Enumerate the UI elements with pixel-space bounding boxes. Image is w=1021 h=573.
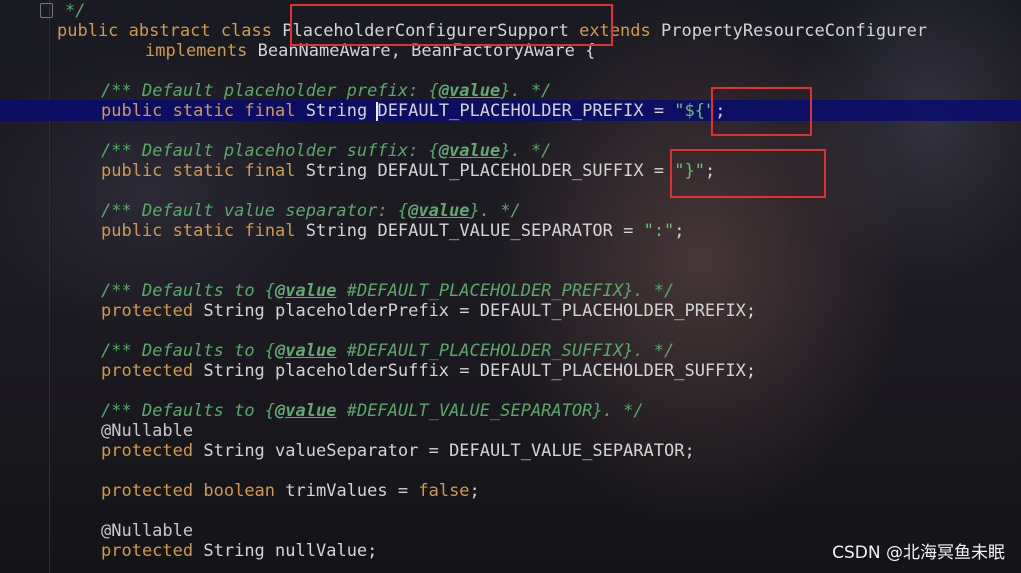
code-line-suffix-field: protected String placeholderSuffix = DEF… <box>101 361 757 381</box>
prefix-value: "${" <box>674 101 716 121</box>
code-line-prefix-constant: public static final String DEFAULT_PLACE… <box>101 101 726 121</box>
code-line-suffix-field-javadoc: /** Defaults to {@value #DEFAULT_PLACEHO… <box>101 341 675 361</box>
code-line-prefix-field: protected String placeholderPrefix = DEF… <box>101 301 757 321</box>
code-line-suffix-javadoc: /** Default placeholder suffix: {@value}… <box>101 141 552 161</box>
code-line-nullable-annotation-2: @Nullable <box>101 521 194 541</box>
code-line-prefix-field-javadoc: /** Defaults to {@value #DEFAULT_PLACEHO… <box>101 281 675 301</box>
code-line-trim-values: protected boolean trimValues = false; <box>101 481 480 501</box>
code-line-separator-field: protected String valueSeparator = DEFAUL… <box>101 441 695 461</box>
class-name: PlaceholderConfigurerSupport <box>282 21 569 41</box>
code-line-separator-field-javadoc: /** Defaults to {@value #DEFAULT_VALUE_S… <box>101 401 644 421</box>
code-line-class-declaration: public abstract class PlaceholderConfigu… <box>57 21 928 41</box>
code-line-comment-end: */ <box>65 1 86 21</box>
code-line-prefix-javadoc: /** Default placeholder prefix: {@value}… <box>101 81 552 101</box>
code-line-separator-javadoc: /** Default value separator: {@value}. *… <box>101 201 521 221</box>
code-line-suffix-constant: public static final String DEFAULT_PLACE… <box>101 161 716 181</box>
watermark: CSDN @北海冥鱼未眠 <box>832 543 1005 563</box>
code-line-separator-constant: public static final String DEFAULT_VALUE… <box>101 221 685 241</box>
suffix-value: "}" <box>674 161 705 181</box>
fold-marker-icon[interactable] <box>40 3 53 18</box>
code-line-null-value: protected String nullValue; <box>101 541 378 561</box>
code-line-nullable-annotation: @Nullable <box>101 421 194 441</box>
gutter-separator <box>49 0 50 573</box>
code-line-implements: implements BeanNameAware, BeanFactoryAwa… <box>145 41 596 61</box>
